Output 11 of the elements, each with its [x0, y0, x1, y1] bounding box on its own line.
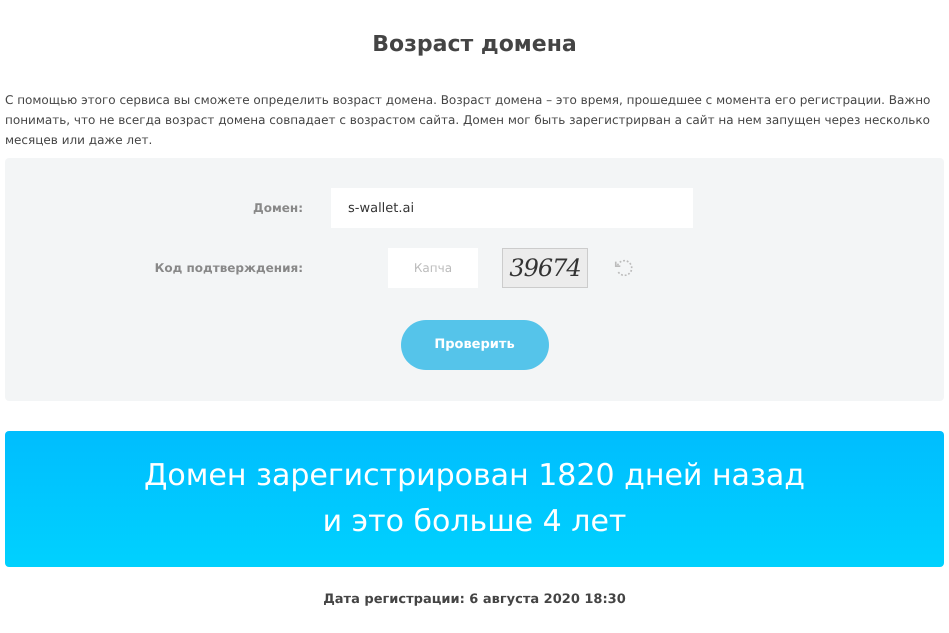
- captcha-field[interactable]: Капча: [388, 248, 478, 288]
- field-label: Домен:: [252, 200, 303, 217]
- page-title: Возраст домена: [371, 31, 578, 59]
- registration-date: Дата регистрации: 6 августа 2020 18:30: [322, 591, 627, 609]
- description: С помощью этого сервиса вы сможете определить возраст домена. Возраст домена – это время, прошедшее с момента его регистрации. Важно понимать, что не всегда возраст домена совпадает с возрастом сайта. Домен мог быть зарегистрирван а сайт на нем запущен через несколько месяцев или даже лет.: [4, 92, 932, 149]
- captcha-image: 39674: [502, 248, 588, 288]
- refresh-icon[interactable]: [613, 257, 635, 279]
- field-label: Код подтверждения:: [154, 260, 303, 277]
- result-text: и это больше 4 лет: [322, 503, 626, 541]
- domain-field[interactable]: s-wallet.ai: [331, 188, 693, 228]
- result-text: Домен зарегистрирован 1820 дней назад: [144, 457, 806, 495]
